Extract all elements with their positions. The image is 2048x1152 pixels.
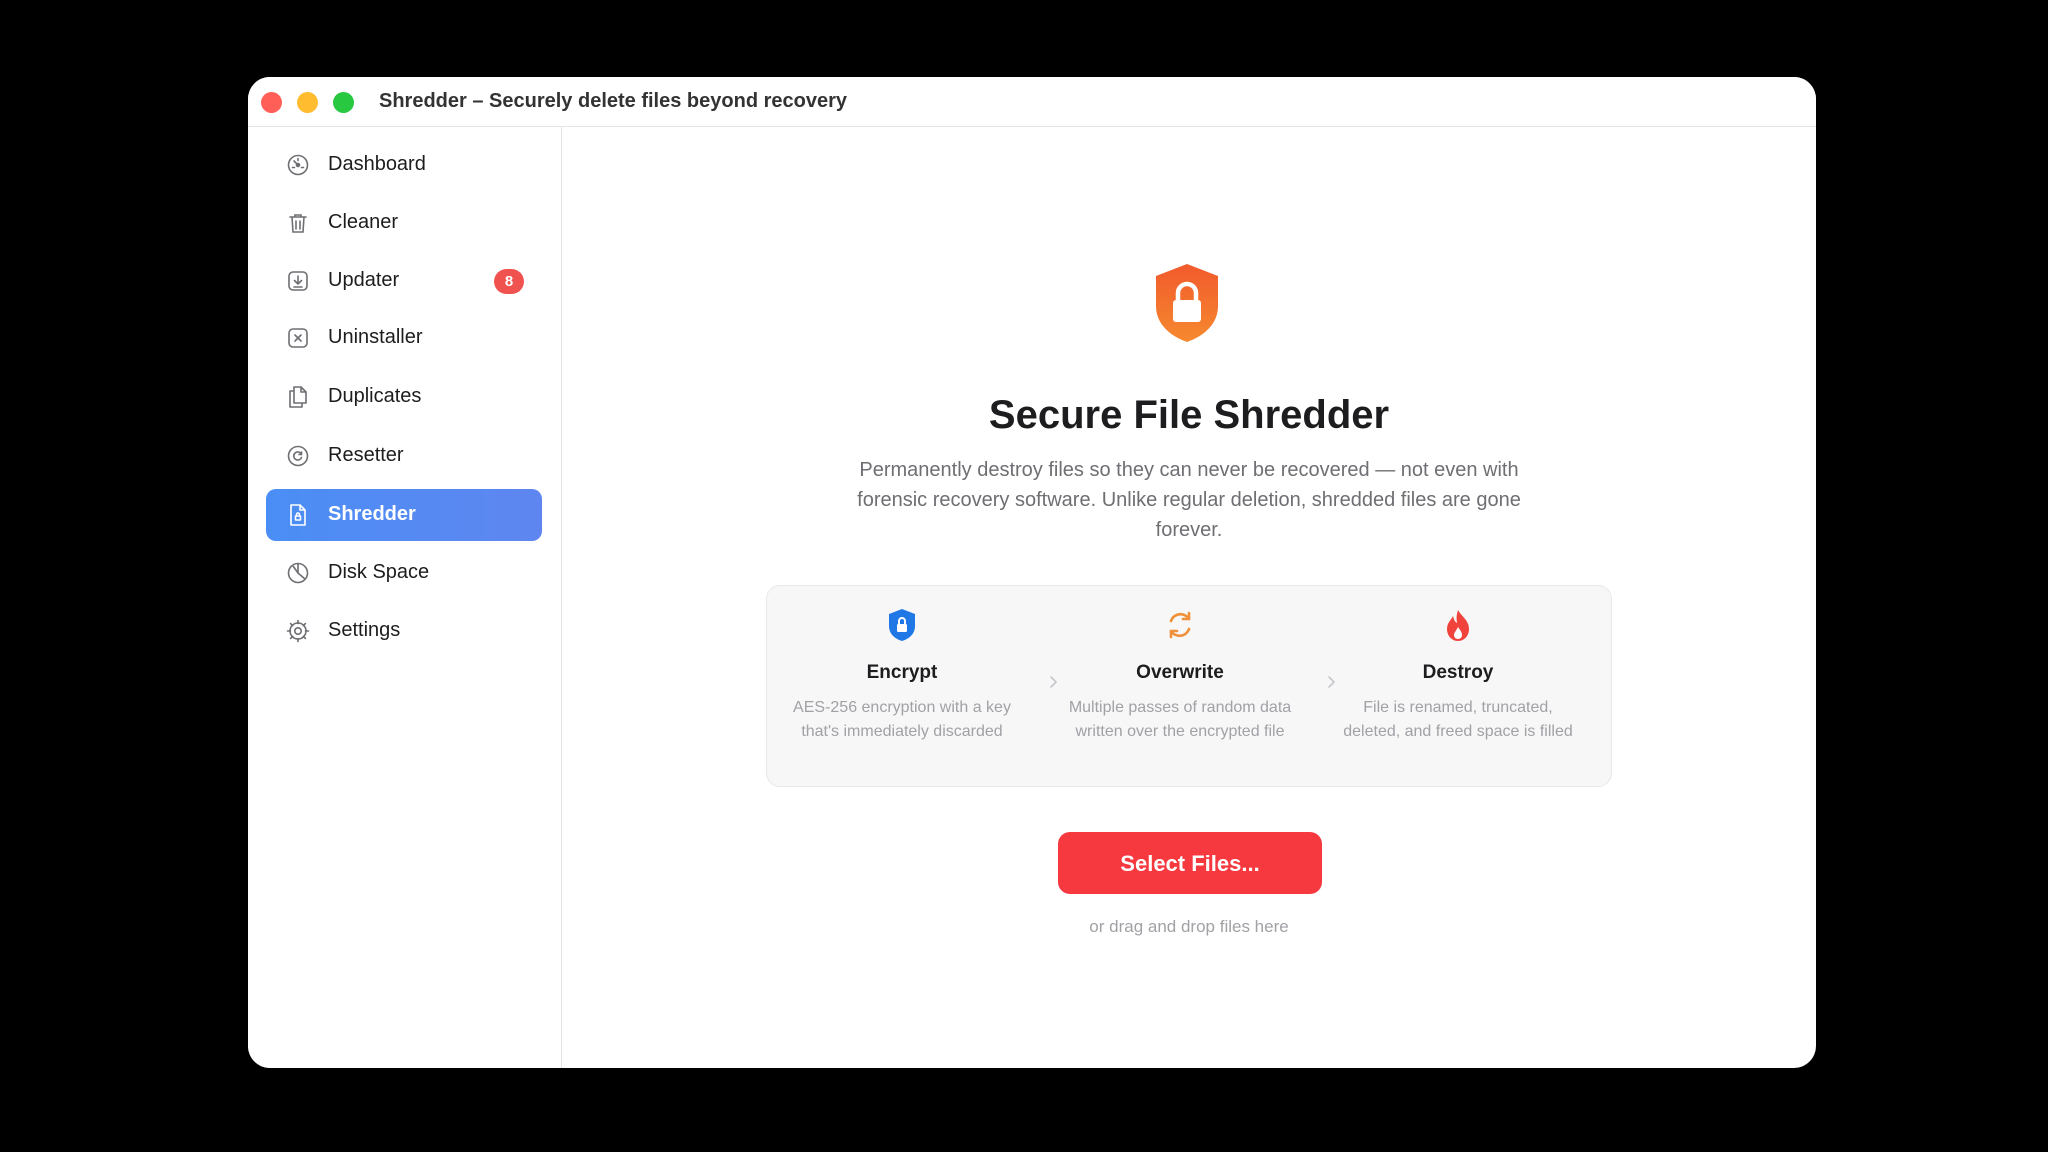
flame-icon xyxy=(1447,610,1469,641)
gear-icon xyxy=(286,619,310,643)
shred-steps-card: Encrypt AES-256 encryption with a key th… xyxy=(766,585,1612,787)
sidebar-item-label: Disk Space xyxy=(328,561,430,583)
sidebar-item-label: Settings xyxy=(328,619,401,641)
sidebar-item-dashboard[interactable]: Dashboard xyxy=(266,139,542,191)
close-window-button[interactable] xyxy=(261,92,282,113)
dashboard-gauge-icon xyxy=(287,154,309,176)
drop-zone-hint: or drag and drop files here xyxy=(1089,917,1289,936)
sidebar-item-shredder[interactable]: Shredder xyxy=(266,489,542,541)
x-box-icon xyxy=(288,328,308,348)
sidebar-item-label: Updater xyxy=(328,269,400,291)
step-title: Destroy xyxy=(1422,662,1494,683)
sidebar-item-settings[interactable]: Settings xyxy=(266,605,542,657)
sidebar-item-duplicates[interactable]: Duplicates xyxy=(266,371,542,423)
sidebar-item-label: Resetter xyxy=(328,444,404,466)
chevron-right-icon xyxy=(1328,676,1335,688)
sidebar-item-resetter[interactable]: Resetter xyxy=(266,430,542,482)
step-description: File is renamed, truncated, deleted, and… xyxy=(1343,699,1573,740)
sidebar-item-disk-space[interactable]: Disk Space xyxy=(266,547,542,599)
step-overwrite: Overwrite Multiple passes of random data… xyxy=(1065,586,1295,786)
step-title: Overwrite xyxy=(1136,662,1224,683)
sidebar: Dashboard Cleaner Updater 8 Uninstaller … xyxy=(248,127,562,1068)
shred-doc-icon xyxy=(290,504,306,526)
select-files-button[interactable]: Select Files... xyxy=(1058,832,1322,894)
duplicate-docs-icon xyxy=(289,386,307,408)
shield-lock-icon xyxy=(1156,264,1218,342)
trash-icon xyxy=(289,214,307,233)
updates-count-badge: 8 xyxy=(494,269,524,294)
reset-icon xyxy=(287,445,309,467)
sidebar-item-label: Cleaner xyxy=(328,211,399,233)
refresh-arrows-icon xyxy=(1169,611,1191,639)
sidebar-item-updater[interactable]: Updater 8 xyxy=(266,255,542,307)
download-box-icon xyxy=(288,271,308,291)
shield-lock-icon xyxy=(889,609,915,641)
sidebar-item-label: Shredder xyxy=(328,503,416,525)
titlebar: Shredder – Securely delete files beyond … xyxy=(248,77,1816,127)
step-encrypt: Encrypt AES-256 encryption with a key th… xyxy=(787,586,1017,786)
pie-chart-icon xyxy=(287,562,309,584)
chevron-right-icon xyxy=(1050,676,1057,688)
step-description: AES-256 encryption with a key that's imm… xyxy=(793,699,1011,740)
sidebar-item-label: Dashboard xyxy=(328,153,426,175)
minimize-window-button[interactable] xyxy=(297,92,318,113)
page-title: Secure File Shredder xyxy=(988,393,1390,437)
page-description: Permanently destroy files so they can ne… xyxy=(857,459,1521,541)
sidebar-item-label: Uninstaller xyxy=(328,326,423,348)
shredder-panel[interactable]: Secure File Shredder Permanently destroy… xyxy=(562,127,1816,1068)
step-destroy: Destroy File is renamed, truncated, dele… xyxy=(1343,586,1573,786)
step-title: Encrypt xyxy=(866,662,938,683)
window-title: Shredder – Securely delete files beyond … xyxy=(379,90,847,112)
sidebar-item-label: Duplicates xyxy=(328,385,422,407)
step-description: Multiple passes of random data written o… xyxy=(1068,699,1292,740)
sidebar-item-cleaner[interactable]: Cleaner xyxy=(266,197,542,249)
zoom-window-button[interactable] xyxy=(333,92,354,113)
app-window: Shredder – Securely delete files beyond … xyxy=(248,77,1816,1068)
sidebar-item-uninstaller[interactable]: Uninstaller xyxy=(266,312,542,364)
